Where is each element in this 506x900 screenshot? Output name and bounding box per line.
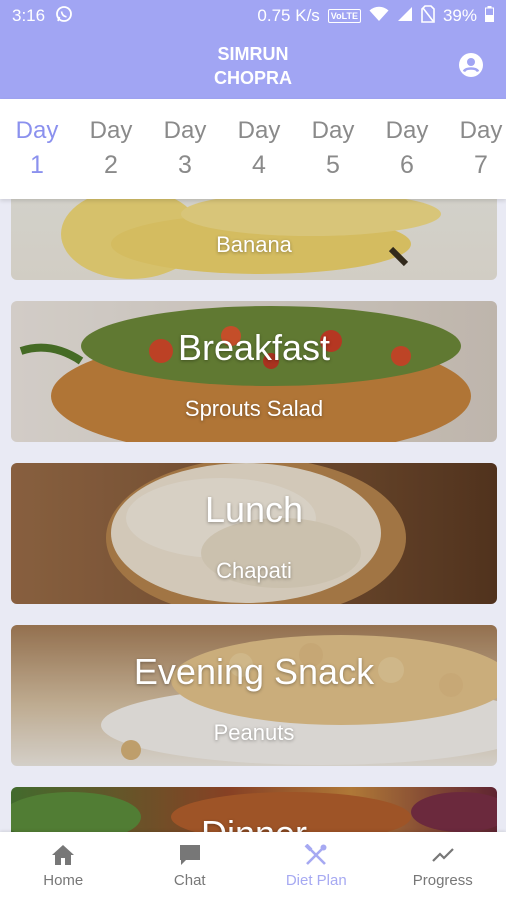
nav-progress[interactable]: Progress [380,832,506,900]
tab-day-7[interactable]: Day 7 [444,99,506,199]
app-header: SIMRUN CHOPRA [0,32,506,99]
status-bar: 3:16 0.75 K/s VoLTE 39% [0,0,506,32]
fork-knife-icon [304,844,327,865]
whatsapp-icon [55,5,73,28]
trending-chart-icon [431,848,454,862]
network-speed: 0.75 K/s [257,6,320,25]
tab-day-4[interactable]: Day 4 [222,99,296,199]
meal-list[interactable]: Banana Breakfast Sprouts Salad Lunch Cha… [0,199,506,832]
meal-food: Peanuts [213,720,295,745]
home-icon [52,845,75,865]
meal-card-dinner[interactable]: Dinner [11,787,497,832]
meal-title: Lunch [204,489,304,530]
chat-icon [179,845,200,865]
battery-percent: 39% [442,6,477,25]
signal-icon [397,6,413,27]
no-sim-icon [421,4,435,28]
meal-food: Banana [216,232,292,257]
meal-card-evening-snack[interactable]: Evening Snack Peanuts [11,625,497,766]
volte-badge: VoLTE [327,9,361,23]
day-tabs: Day 1 Day 2 Day 3 Day 4 Day 5 Day 6 Day 7 [0,99,506,199]
user-name: SIMRUN CHOPRA [213,44,292,88]
nav-chat[interactable]: Chat [127,832,254,900]
meal-food: Chapati [216,558,292,583]
tab-day-5[interactable]: Day 5 [296,99,370,199]
meal-card-banana[interactable]: Banana [11,199,497,280]
nav-home[interactable]: Home [0,832,127,900]
meal-card-breakfast[interactable]: Breakfast Sprouts Salad [11,301,497,442]
meal-title: Breakfast [177,327,331,368]
wifi-icon [369,6,389,27]
tab-day-1[interactable]: Day 1 [0,99,74,199]
battery-icon [485,5,494,27]
status-time: 3:16 [12,6,46,25]
nav-diet-plan[interactable]: Diet Plan [253,832,380,900]
meal-food: Sprouts Salad [184,396,324,421]
app-screen: 3:16 0.75 K/s VoLTE 39% SIMRUN CHOPRA Da… [0,0,506,900]
tab-day-2[interactable]: Day 2 [74,99,148,199]
meal-card-lunch[interactable]: Lunch Chapati [11,463,497,604]
tab-day-3[interactable]: Day 3 [148,99,222,199]
bottom-navigation: Home Chat Diet Plan Progress [0,832,506,900]
meal-title: Dinner [11,813,497,832]
profile-icon[interactable] [458,52,484,78]
meal-title: Evening Snack [133,651,375,692]
tab-day-6[interactable]: Day 6 [370,99,444,199]
